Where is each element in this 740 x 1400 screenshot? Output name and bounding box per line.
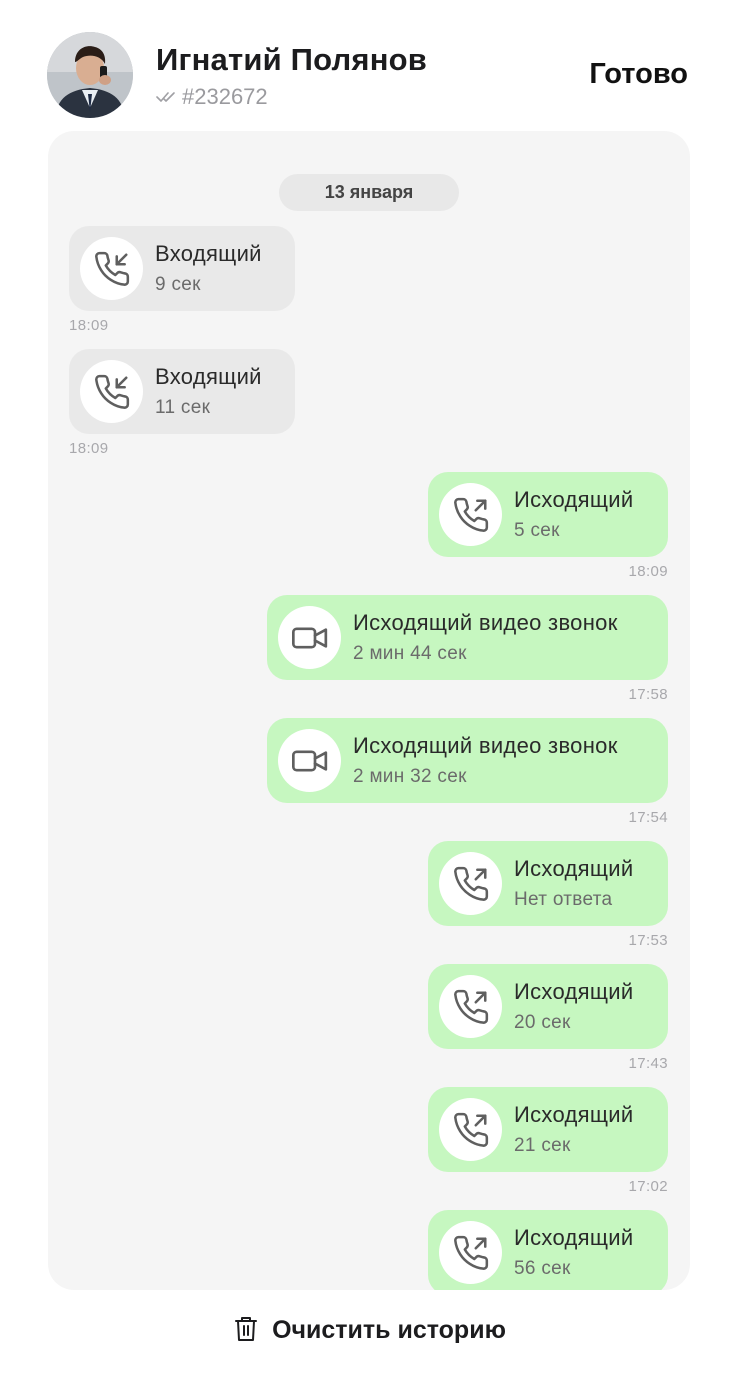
call-item: Исходящий Нет ответа 17:53 xyxy=(48,841,690,959)
clear-history-label: Очистить историю xyxy=(272,1315,506,1344)
call-bubble[interactable]: Исходящий 21 сек xyxy=(428,1087,668,1172)
phone-outgoing-icon xyxy=(439,1098,502,1161)
call-bubble[interactable]: Исходящий видео звонок 2 мин 32 сек xyxy=(267,718,668,803)
call-duration: Нет ответа xyxy=(514,889,613,910)
call-item: Входящий 11 сек 18:09 xyxy=(48,349,690,467)
contact-name: Игнатий Полянов xyxy=(156,42,428,77)
call-item: Исходящий видео звонок 2 мин 32 сек 17:5… xyxy=(48,718,690,836)
call-item: Входящий 9 сек 18:09 xyxy=(48,226,690,344)
video-camera-icon xyxy=(278,729,341,792)
call-duration: 56 сек xyxy=(514,1258,571,1279)
call-time: 17:02 xyxy=(628,1178,668,1195)
call-duration: 11 сек xyxy=(155,397,211,418)
call-title: Исходящий xyxy=(514,856,634,881)
call-time: 18:09 xyxy=(69,440,109,457)
call-time: 17:58 xyxy=(628,686,668,703)
call-item: Исходящий 56 сек xyxy=(48,1210,690,1290)
call-bubble[interactable]: Входящий 11 сек xyxy=(69,349,295,434)
call-title: Исходящий видео звонок xyxy=(353,610,618,635)
done-button[interactable]: Готово xyxy=(589,58,688,91)
call-item: Исходящий видео звонок 2 мин 44 сек 17:5… xyxy=(48,595,690,713)
call-duration: 5 сек xyxy=(514,520,560,541)
call-time: 17:53 xyxy=(628,932,668,949)
avatar[interactable] xyxy=(47,32,133,118)
call-bubble[interactable]: Исходящий 5 сек xyxy=(428,472,668,557)
chat-header: Игнатий Полянов #232672 Готово xyxy=(0,0,740,130)
trash-icon xyxy=(234,1315,258,1346)
video-camera-icon xyxy=(278,606,341,669)
call-bubble[interactable]: Исходящий 20 сек xyxy=(428,964,668,1049)
call-history-panel[interactable]: 13 января Входящий 9 сек 18:09 Входящий … xyxy=(48,131,690,1290)
call-duration: 20 сек xyxy=(514,1012,571,1033)
call-duration: 2 мин 32 сек xyxy=(353,766,467,787)
phone-outgoing-icon xyxy=(439,852,502,915)
phone-outgoing-icon xyxy=(439,975,502,1038)
phone-outgoing-icon xyxy=(439,483,502,546)
call-item: Исходящий 21 сек 17:02 xyxy=(48,1087,690,1205)
call-title: Исходящий xyxy=(514,487,634,512)
call-duration: 21 сек xyxy=(514,1135,571,1156)
call-item: Исходящий 20 сек 17:43 xyxy=(48,964,690,1082)
call-bubble[interactable]: Исходящий 56 сек xyxy=(428,1210,668,1290)
call-duration: 2 мин 44 сек xyxy=(353,643,467,664)
call-duration: 9 сек xyxy=(155,274,201,295)
phone-incoming-icon xyxy=(80,237,143,300)
call-time: 17:43 xyxy=(628,1055,668,1072)
clear-history-button[interactable]: Очистить историю xyxy=(0,1310,740,1350)
call-time: 17:54 xyxy=(628,809,668,826)
call-title: Исходящий xyxy=(514,1102,634,1127)
phone-outgoing-icon xyxy=(439,1221,502,1284)
contact-id-row: #232672 xyxy=(156,84,268,110)
date-separator: 13 января xyxy=(279,174,459,211)
avatar-image xyxy=(47,32,133,118)
call-title: Входящий xyxy=(155,241,262,266)
phone-incoming-icon xyxy=(80,360,143,423)
call-bubble[interactable]: Исходящий Нет ответа xyxy=(428,841,668,926)
double-check-icon xyxy=(156,91,176,103)
call-title: Исходящий видео звонок xyxy=(353,733,618,758)
call-bubble[interactable]: Входящий 9 сек xyxy=(69,226,295,311)
call-time: 18:09 xyxy=(69,317,109,334)
call-title: Исходящий xyxy=(514,1225,634,1250)
call-title: Входящий xyxy=(155,364,262,389)
call-bubble[interactable]: Исходящий видео звонок 2 мин 44 сек xyxy=(267,595,668,680)
contact-id: #232672 xyxy=(182,84,268,109)
call-time: 18:09 xyxy=(628,563,668,580)
call-title: Исходящий xyxy=(514,979,634,1004)
call-item: Исходящий 5 сек 18:09 xyxy=(48,472,690,590)
